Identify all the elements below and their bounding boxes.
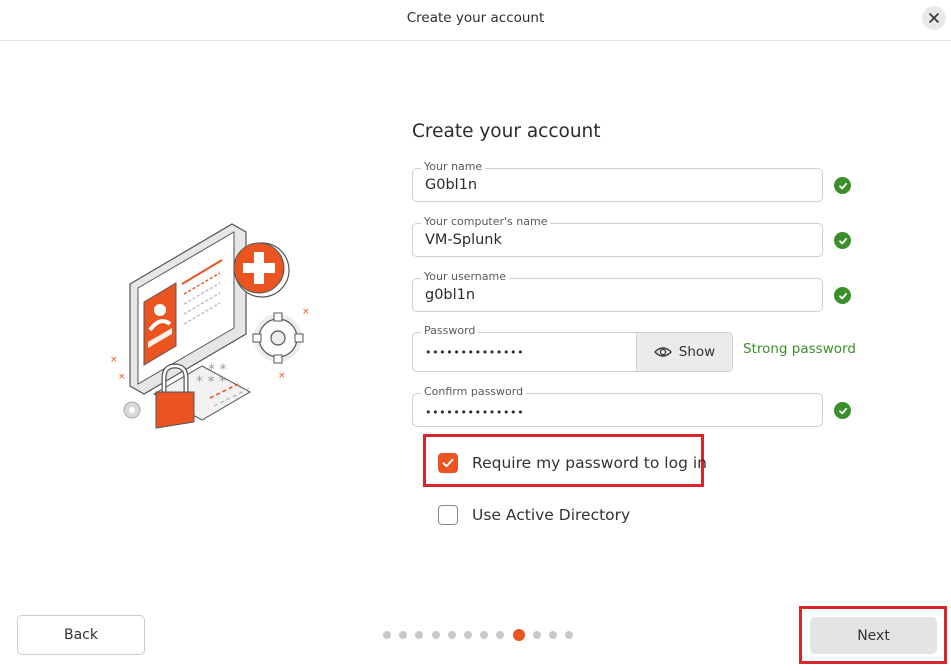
svg-text:×: ×: [302, 307, 310, 317]
svg-text:×: ×: [110, 355, 118, 365]
eye-icon: [653, 347, 672, 357]
active-directory-label: Use Active Directory: [472, 506, 631, 524]
checkmark-icon: [442, 458, 454, 468]
progress-dot: [415, 631, 424, 639]
username-valid-icon: [834, 287, 851, 304]
account-illustration: * * * * * × × × ×: [110, 223, 310, 429]
progress-dot: [399, 631, 408, 639]
password-strength-text: Strong password: [743, 341, 856, 357]
progress-dot: [383, 631, 391, 639]
close-button[interactable]: [922, 6, 946, 30]
require-password-label: Require my password to log in: [472, 454, 707, 472]
svg-text:×: ×: [118, 372, 126, 382]
progress-dots: [383, 629, 574, 641]
confirm-password-valid-icon: [834, 402, 851, 419]
username-value: g0bl1n: [425, 287, 476, 303]
active-directory-option[interactable]: Use Active Directory: [438, 505, 630, 525]
computer-name-valid-icon: [834, 232, 851, 249]
require-password-option[interactable]: Require my password to log in: [438, 453, 707, 473]
password-value: ••••••••••••••: [425, 346, 525, 359]
svg-text:* *: * *: [208, 362, 226, 378]
back-button[interactable]: Back: [17, 615, 145, 655]
next-button[interactable]: Next: [810, 617, 937, 654]
your-name-label: Your name: [421, 160, 486, 174]
title-bar: Create your account: [0, 0, 951, 41]
form-heading: Create your account: [412, 121, 601, 142]
progress-dot: [565, 631, 574, 639]
your-name-valid-icon: [834, 177, 851, 194]
computer-name-value: VM-Splunk: [425, 232, 502, 248]
active-directory-checkbox[interactable]: [438, 505, 458, 525]
your-name-value: G0bl1n: [425, 177, 478, 193]
computer-name-label: Your computer's name: [421, 215, 551, 229]
progress-dot-current: [512, 629, 525, 641]
password-label: Password: [421, 324, 479, 338]
progress-dot: [496, 631, 505, 639]
progress-dot: [447, 631, 456, 639]
username-label: Your username: [421, 270, 509, 284]
svg-text:×: ×: [278, 371, 286, 381]
close-icon: [929, 13, 939, 23]
progress-dot: [532, 631, 541, 639]
progress-dot: [480, 631, 489, 639]
confirm-password-label: Confirm password: [421, 385, 527, 399]
progress-dot: [431, 631, 440, 639]
show-password-button[interactable]: Show: [636, 332, 733, 372]
progress-dot: [463, 631, 472, 639]
progress-dot: [548, 631, 557, 639]
confirm-password-value: ••••••••••••••: [425, 406, 525, 419]
window-title: Create your account: [406, 10, 545, 26]
show-password-label: Show: [678, 344, 716, 360]
password-input[interactable]: ••••••••••••••: [412, 332, 637, 372]
require-password-checkbox[interactable]: [438, 453, 458, 473]
